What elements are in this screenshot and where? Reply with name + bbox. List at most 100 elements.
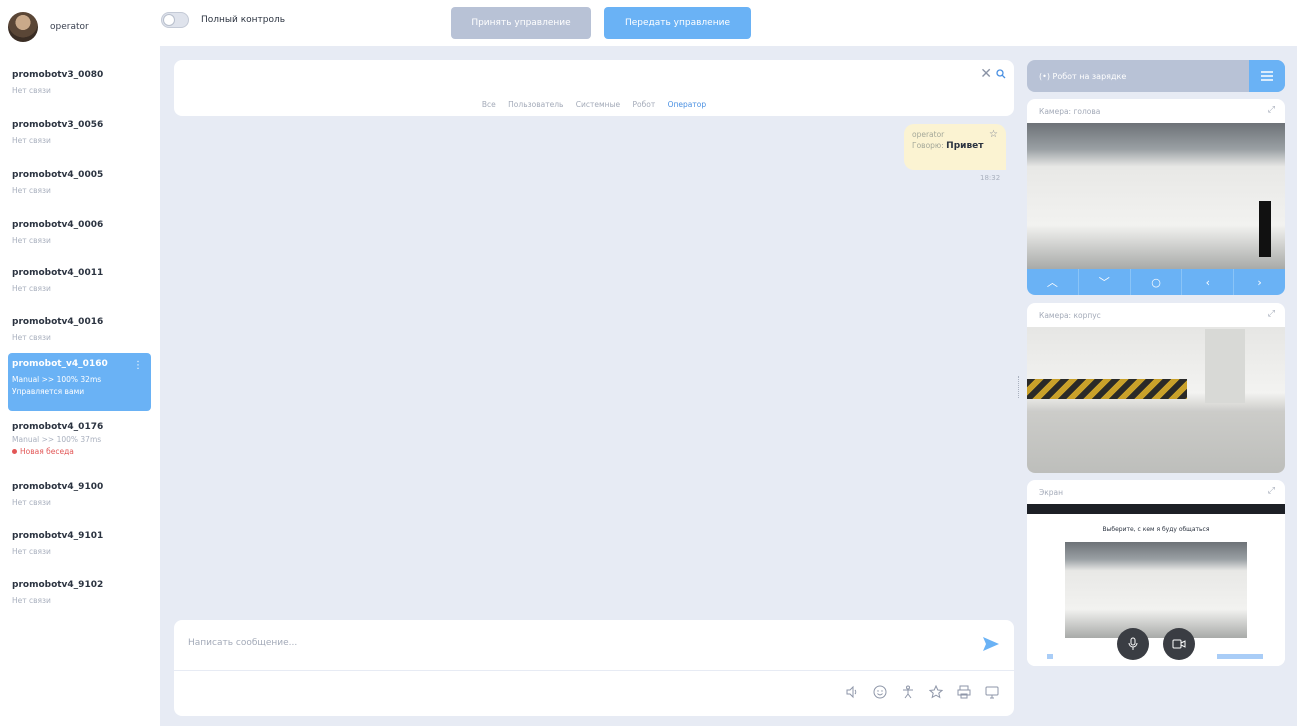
expand-icon[interactable]: ⤢ <box>1268 105 1275 115</box>
full-control-toggle-group: Полный контроль <box>161 12 285 28</box>
message-author: operator <box>912 130 945 139</box>
message-time: 18:32 <box>980 174 1001 182</box>
filter-tab-operator[interactable]: Оператор <box>668 100 707 109</box>
camera-up-button[interactable]: ︿ <box>1027 269 1079 295</box>
screen-button[interactable] <box>1217 654 1263 659</box>
avatar <box>8 12 38 42</box>
robot-status: Нет связи <box>12 136 51 145</box>
feed-detail <box>1205 329 1245 403</box>
filter-tab-user[interactable]: Пользователь <box>508 100 563 109</box>
robot-name: promobotv4_0176 <box>12 422 104 432</box>
message-prefix: Говорю: <box>912 141 944 150</box>
robot-name: promobotv4_0005 <box>12 170 104 180</box>
expand-icon[interactable]: ⤢ <box>1268 486 1275 496</box>
robot-item[interactable]: promobotv4_9100 Нет связи <box>8 476 151 513</box>
robot-name: promobotv4_0011 <box>12 268 104 278</box>
filter-tab-system[interactable]: Системные <box>576 100 620 109</box>
screen-icon[interactable] <box>984 684 1000 700</box>
robot-item[interactable]: promobotv4_0176 Manual >> 100% 37ms Нова… <box>8 416 151 462</box>
robot-item[interactable]: promobotv4_9101 Нет связи <box>8 525 151 562</box>
volume-icon[interactable] <box>844 684 860 700</box>
chat-filter-card: ✕ Все Пользователь Системные Робот Опера… <box>174 60 1014 116</box>
robot-item[interactable]: promobotv4_9102 Нет связи <box>8 574 151 611</box>
robot-screen-mirror: Выберите, с кем я буду общаться <box>1027 504 1285 666</box>
camera-controls: ︿ ﹀ ○ ‹ › <box>1027 269 1285 295</box>
username: operator <box>50 22 89 32</box>
kebab-menu-icon[interactable]: ⋮ <box>133 360 143 371</box>
feed-detail <box>1259 201 1271 257</box>
camera-right-button[interactable]: › <box>1234 269 1285 295</box>
print-icon[interactable] <box>956 684 972 700</box>
video-camera-icon <box>1172 639 1186 649</box>
full-control-label: Полный контроль <box>201 15 286 25</box>
accept-control-button[interactable]: Принять управление <box>451 7 591 39</box>
charging-status: (•) Робот на зарядке <box>1039 71 1127 81</box>
main-area: ✕ Все Пользователь Системные Робот Опера… <box>160 46 1297 726</box>
robot-name: promobotv4_0006 <box>12 220 104 230</box>
search-icon[interactable] <box>996 69 1006 79</box>
robot-name: promobotv3_0056 <box>12 120 104 130</box>
robot-item-active[interactable]: promobot_v4_0160 Manual >> 100% 32ms Упр… <box>8 353 151 411</box>
star-icon[interactable]: ☆ <box>989 129 998 140</box>
robot-name: promobotv4_9102 <box>12 580 104 590</box>
video-call-button[interactable] <box>1163 628 1195 660</box>
hamburger-icon <box>1261 71 1273 81</box>
body-camera-card: Камера: корпус ⤢ <box>1027 303 1285 473</box>
message-text: Говорю: Привет <box>912 141 998 151</box>
screen-title: Экран <box>1039 488 1064 497</box>
robot-name: promobotv3_0080 <box>12 70 104 80</box>
robot-status: Нет связи <box>12 333 51 342</box>
microphone-button[interactable] <box>1117 628 1149 660</box>
microphone-icon <box>1128 637 1138 650</box>
gesture-icon[interactable] <box>900 684 916 700</box>
robot-name: promobot_v4_0160 <box>12 359 108 369</box>
robot-screen-card: Экран ⤢ Выберите, с кем я буду общаться <box>1027 480 1285 666</box>
close-icon[interactable]: ✕ <box>980 66 992 82</box>
divider <box>174 670 1014 671</box>
message-composer <box>174 620 1014 716</box>
emoji-icon[interactable] <box>872 684 888 700</box>
camera-center-button[interactable]: ○ <box>1131 269 1183 295</box>
robot-control-status: Управляется вами <box>12 387 85 396</box>
star-icon[interactable] <box>928 684 944 700</box>
screen-button[interactable] <box>1047 654 1053 659</box>
menu-button[interactable] <box>1249 60 1285 92</box>
camera-left-button[interactable]: ‹ <box>1182 269 1235 295</box>
composer-toolbar <box>844 684 1000 700</box>
robot-item[interactable]: promobotv4_0005 Нет связи <box>8 164 151 201</box>
robot-item[interactable]: promobotv3_0056 Нет связи <box>8 114 151 151</box>
body-camera-feed <box>1027 327 1285 473</box>
robot-status: Manual >> 100% 37ms <box>12 435 102 444</box>
message-input[interactable] <box>188 638 948 648</box>
robot-status: Manual >> 100% 32ms <box>12 375 102 384</box>
robot-item[interactable]: promobotv3_0080 Нет связи <box>8 64 151 101</box>
filter-tab-all[interactable]: Все <box>482 100 496 109</box>
new-conversation-badge: Новая беседа <box>12 447 147 456</box>
alert-text: Новая беседа <box>20 447 74 456</box>
robot-name: promobotv4_9100 <box>12 482 104 492</box>
expand-icon[interactable]: ⤢ <box>1268 309 1275 319</box>
robot-status: Нет связи <box>12 284 51 293</box>
chat-message: operator Говорю: Привет ☆ <box>904 124 1006 170</box>
alert-dot-icon <box>12 449 17 454</box>
robot-status: Нет связи <box>12 596 51 605</box>
robot-status: Нет связи <box>12 186 51 195</box>
robot-status: Нет связи <box>12 86 51 95</box>
robot-name: promobotv4_0016 <box>12 317 104 327</box>
feed-detail <box>1027 379 1187 399</box>
message-body: Привет <box>946 141 984 151</box>
robot-item[interactable]: promobotv4_0006 Нет связи <box>8 214 151 251</box>
robot-item[interactable]: promobotv4_0016 Нет связи <box>8 311 151 348</box>
user-profile[interactable]: operator <box>8 12 89 42</box>
robot-status-header: (•) Робот на зарядке <box>1027 60 1285 92</box>
top-bar: operator Полный контроль Принять управле… <box>0 0 1297 46</box>
head-camera-feed <box>1027 123 1285 269</box>
filter-tab-robot[interactable]: Робот <box>633 100 656 109</box>
robot-item[interactable]: promobotv4_0011 Нет связи <box>8 262 151 299</box>
full-control-toggle[interactable] <box>161 12 189 28</box>
panel-resize-handle[interactable] <box>1018 376 1020 398</box>
camera-down-button[interactable]: ﹀ <box>1079 269 1131 295</box>
send-icon[interactable] <box>982 636 1000 652</box>
robot-status: Нет связи <box>12 498 51 507</box>
transfer-control-button[interactable]: Передать управление <box>604 7 751 39</box>
